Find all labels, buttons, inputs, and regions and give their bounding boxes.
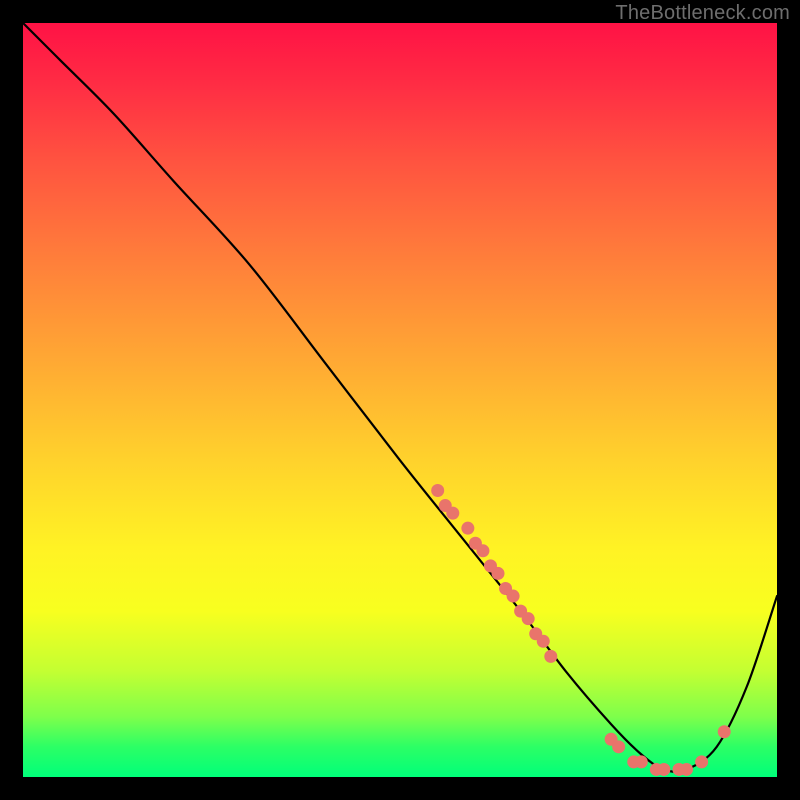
watermark-text: TheBottleneck.com: [615, 2, 790, 25]
highlight-dot: [537, 635, 550, 648]
highlight-dots: [431, 484, 731, 776]
highlight-dot: [695, 755, 708, 768]
plot-area: [23, 23, 777, 777]
highlight-dot: [476, 544, 489, 557]
highlight-dot: [492, 567, 505, 580]
highlight-dot: [612, 740, 625, 753]
highlight-dot: [507, 590, 520, 603]
highlight-dot: [718, 725, 731, 738]
curve-layer: [23, 23, 777, 777]
highlight-dot: [522, 612, 535, 625]
highlight-dot: [680, 763, 693, 776]
highlight-dot: [446, 507, 459, 520]
highlight-dot: [431, 484, 444, 497]
highlight-dot: [657, 763, 670, 776]
chart-stage: TheBottleneck.com: [0, 0, 800, 800]
highlight-dot: [544, 650, 557, 663]
highlight-dot: [461, 522, 474, 535]
highlight-dot: [635, 755, 648, 768]
bottleneck-curve: [23, 23, 777, 772]
